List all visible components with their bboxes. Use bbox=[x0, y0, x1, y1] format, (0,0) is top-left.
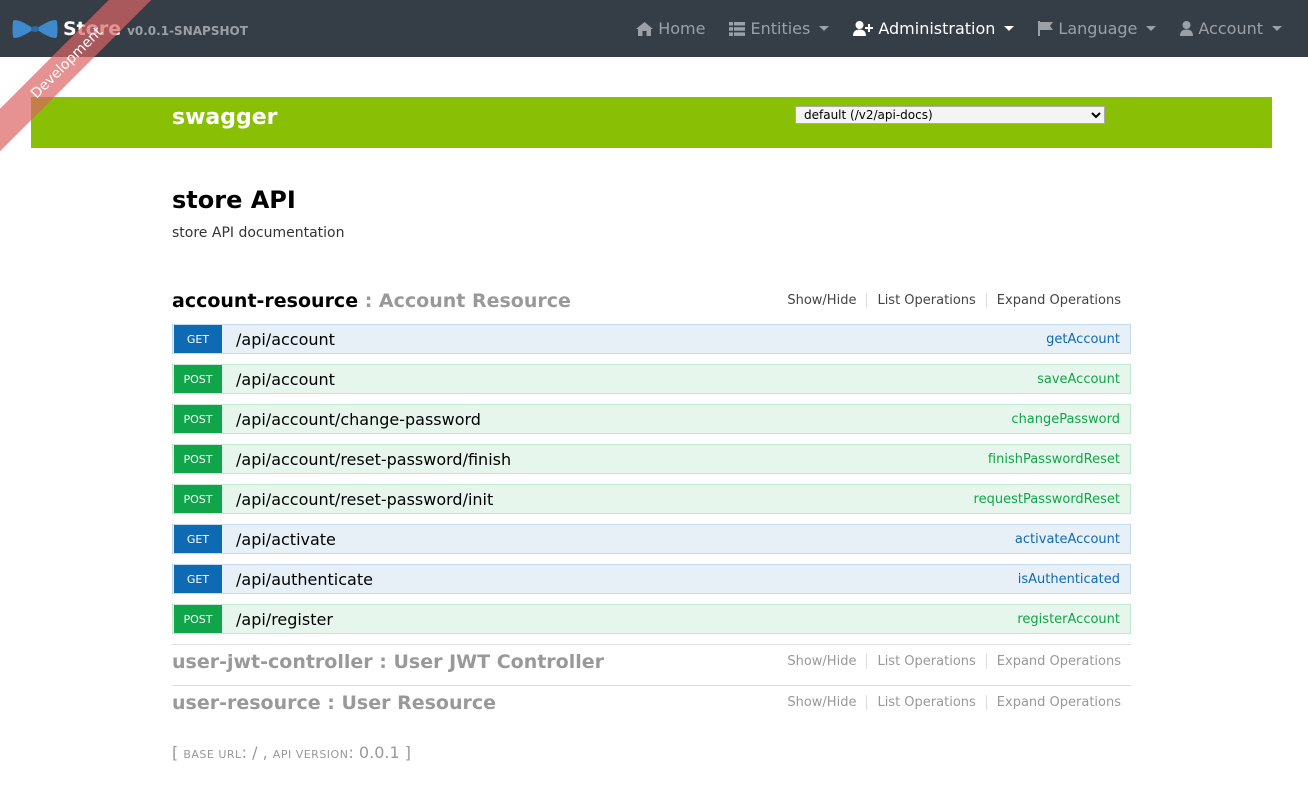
user-icon bbox=[1180, 21, 1194, 36]
http-method-badge: GET bbox=[174, 565, 222, 593]
api-version-value: 0.0.1 bbox=[358, 743, 400, 762]
resource-name: user-resource bbox=[172, 692, 321, 714]
nav-language[interactable]: Language bbox=[1038, 19, 1157, 38]
operation-row[interactable]: GET /api/authenticate isAuthenticated bbox=[172, 564, 1131, 594]
chevron-down-icon bbox=[1146, 26, 1157, 31]
resource-name: account-resource bbox=[172, 290, 359, 312]
operation-path: /api/authenticate bbox=[236, 569, 373, 589]
chevron-down-icon bbox=[1004, 26, 1015, 31]
nav-home[interactable]: Home bbox=[636, 19, 705, 38]
resource-actions: Show/Hide List Operations Expand Operati… bbox=[777, 293, 1131, 308]
operation-nickname[interactable]: isAuthenticated bbox=[1018, 572, 1120, 587]
operation-nickname[interactable]: activateAccount bbox=[1015, 532, 1120, 547]
expand-operations-link[interactable]: Expand Operations bbox=[985, 293, 1131, 308]
brand[interactable]: Store v0.0.1-SNAPSHOT bbox=[12, 0, 248, 57]
http-method-badge: POST bbox=[174, 605, 222, 633]
nav-menu: Home Entities Administration Language Ac… bbox=[612, 0, 1282, 57]
operation-nickname[interactable]: saveAccount bbox=[1037, 372, 1120, 387]
operation-nickname[interactable]: registerAccount bbox=[1017, 612, 1120, 627]
swagger-title[interactable]: swagger bbox=[172, 97, 278, 139]
expand-operations-link[interactable]: Expand Operations bbox=[985, 654, 1131, 669]
api-title: store API bbox=[172, 186, 296, 214]
list-operations-link[interactable]: List Operations bbox=[866, 293, 985, 308]
http-method-badge: POST bbox=[174, 485, 222, 513]
list-operations-link[interactable]: List Operations bbox=[866, 695, 985, 710]
operation-row[interactable]: POST /api/register registerAccount bbox=[172, 604, 1131, 634]
resource-divider bbox=[172, 644, 1131, 645]
chevron-down-icon bbox=[819, 26, 830, 31]
operation-path: /api/register bbox=[236, 609, 333, 629]
resource-actions: Show/Hide List Operations Expand Operati… bbox=[777, 695, 1131, 710]
operation-nickname[interactable]: requestPasswordReset bbox=[974, 492, 1120, 507]
home-icon bbox=[636, 21, 654, 36]
http-method-badge: POST bbox=[174, 405, 222, 433]
operation-row[interactable]: POST /api/account/reset-password/init re… bbox=[172, 484, 1131, 514]
api-footer: [ base url: / , api version: 0.0.1 ] bbox=[172, 743, 411, 762]
expand-operations-link[interactable]: Expand Operations bbox=[985, 695, 1131, 710]
operation-path: /api/activate bbox=[236, 529, 336, 549]
resource-description: Account Resource bbox=[378, 290, 571, 312]
resource-description: User Resource bbox=[341, 692, 497, 714]
operation-path: /api/account/change-password bbox=[236, 409, 481, 429]
show-hide-link[interactable]: Show/Hide bbox=[777, 293, 866, 308]
nav-home-label: Home bbox=[658, 19, 706, 38]
resource-separator: : bbox=[358, 290, 379, 312]
nav-administration[interactable]: Administration bbox=[853, 19, 1015, 38]
operation-nickname[interactable]: changePassword bbox=[1011, 412, 1120, 427]
show-hide-link[interactable]: Show/Hide bbox=[777, 695, 866, 710]
footer-close: ] bbox=[399, 743, 411, 762]
resource-header-user-jwt: user-jwt-controller : User JWT Controlle… bbox=[172, 651, 1131, 679]
operation-nickname[interactable]: getAccount bbox=[1046, 332, 1120, 347]
app-version: v0.0.1-SNAPSHOT bbox=[127, 23, 248, 38]
flag-icon bbox=[1038, 21, 1054, 36]
operation-path: /api/account bbox=[236, 329, 335, 349]
operation-row[interactable]: GET /api/activate activateAccount bbox=[172, 524, 1131, 554]
list-operations-link[interactable]: List Operations bbox=[866, 654, 985, 669]
resource-separator: : bbox=[372, 651, 394, 673]
http-method-badge: GET bbox=[174, 525, 222, 553]
top-navbar: Store v0.0.1-SNAPSHOT Home Entities Admi… bbox=[0, 0, 1308, 57]
spec-select[interactable]: default (/v2/api-docs) bbox=[795, 106, 1105, 124]
operation-row[interactable]: POST /api/account/reset-password/finish … bbox=[172, 444, 1131, 474]
resource-description: User JWT Controller bbox=[393, 651, 605, 673]
nav-entities[interactable]: Entities bbox=[729, 19, 830, 38]
api-description: store API documentation bbox=[172, 225, 345, 241]
chevron-down-icon bbox=[1272, 26, 1282, 31]
nav-language-label: Language bbox=[1058, 19, 1138, 38]
user-plus-icon bbox=[853, 21, 874, 36]
operation-path: /api/account bbox=[236, 369, 335, 389]
http-method-badge: POST bbox=[174, 365, 222, 393]
resource-separator: : bbox=[320, 692, 342, 714]
logo-icon bbox=[12, 19, 58, 38]
operation-row[interactable]: POST /api/account saveAccount bbox=[172, 364, 1131, 394]
operation-path: /api/account/reset-password/init bbox=[236, 489, 494, 509]
operation-nickname[interactable]: finishPasswordReset bbox=[988, 452, 1120, 467]
show-hide-link[interactable]: Show/Hide bbox=[777, 654, 866, 669]
nav-administration-label: Administration bbox=[878, 19, 996, 38]
resource-title[interactable]: user-resource : User Resource bbox=[172, 692, 496, 714]
operation-row[interactable]: POST /api/account/change-password change… bbox=[172, 404, 1131, 434]
resource-name: user-jwt-controller bbox=[172, 651, 373, 673]
resource-header-account: account-resource : Account Resource Show… bbox=[172, 290, 1131, 318]
footer-open: [ bbox=[172, 743, 184, 762]
resource-divider bbox=[172, 685, 1131, 686]
http-method-badge: GET bbox=[174, 325, 222, 353]
brand-name: Store bbox=[63, 17, 122, 40]
operation-path: /api/account/reset-password/finish bbox=[236, 449, 512, 469]
nav-account-label: Account bbox=[1198, 19, 1263, 38]
footer-comma: , bbox=[257, 743, 273, 762]
nav-entities-label: Entities bbox=[750, 19, 811, 38]
api-version-label: api version bbox=[272, 748, 349, 761]
resource-header-user: user-resource : User Resource Show/Hide … bbox=[172, 692, 1131, 720]
resource-title[interactable]: account-resource : Account Resource bbox=[172, 290, 571, 312]
http-method-badge: POST bbox=[174, 445, 222, 473]
nav-account[interactable]: Account bbox=[1180, 19, 1282, 38]
th-list-icon bbox=[729, 21, 746, 36]
resource-actions: Show/Hide List Operations Expand Operati… bbox=[777, 654, 1131, 669]
resource-title[interactable]: user-jwt-controller : User JWT Controlle… bbox=[172, 651, 604, 673]
base-url-label: base url bbox=[183, 748, 242, 761]
swagger-header: swagger default (/v2/api-docs) bbox=[31, 97, 1272, 148]
operation-row[interactable]: GET /api/account getAccount bbox=[172, 324, 1131, 354]
